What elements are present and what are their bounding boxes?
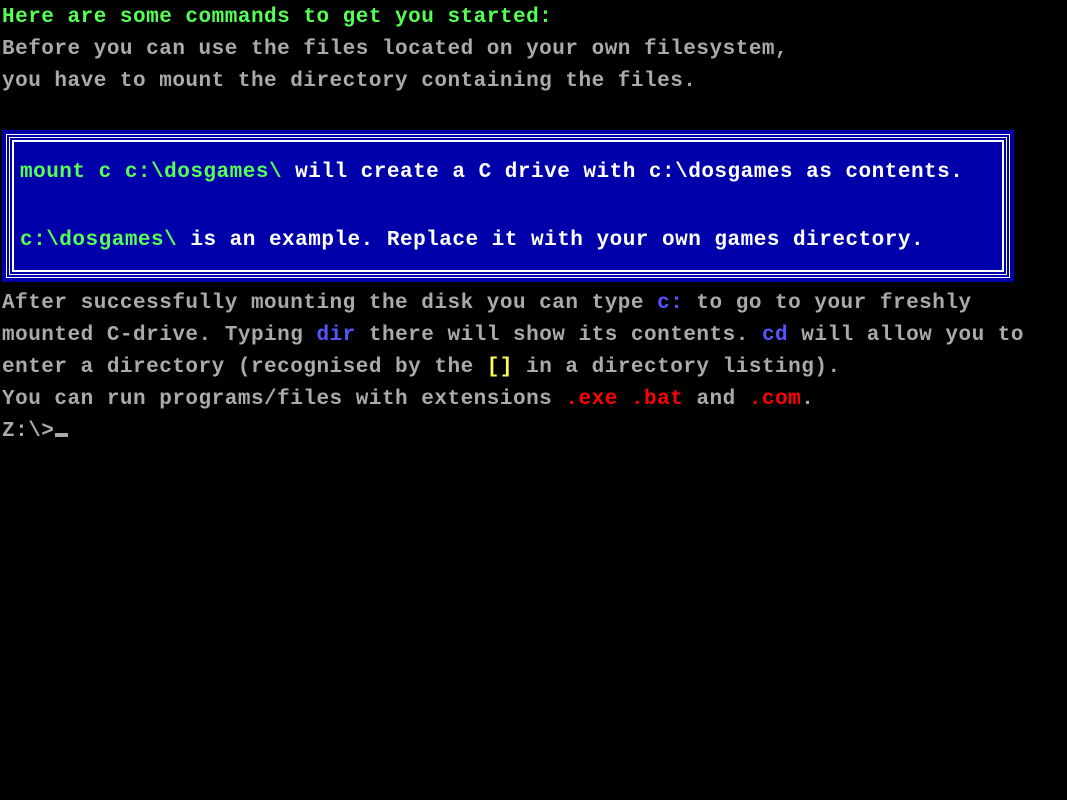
text-segment [618,388,631,411]
example-path: c:\dosgames\ [20,229,177,252]
com-extension: .com [749,388,801,411]
text-segment: enter a directory (recognised by the [2,356,487,379]
after-text-line-1: After successfully mounting the disk you… [2,288,1065,320]
brackets-marker: [] [487,356,513,379]
intro-line-1: Before you can use the files located on … [2,34,1065,66]
help-box: mount c c:\dosgames\ will create a C dri… [2,130,1014,282]
text-segment: will allow you to [788,324,1024,347]
example-description: is an example. Replace it with your own … [177,229,924,252]
help-box-line-2: c:\dosgames\ is an example. Replace it w… [20,224,996,258]
mount-description: will create a C drive with c:\dosgames a… [282,161,963,184]
bat-extension: .bat [631,388,683,411]
after-text-line-4: You can run programs/files with extensio… [2,384,1065,416]
text-segment: You can run programs/files with extensio… [2,388,565,411]
after-text-line-3: enter a directory (recognised by the [] … [2,352,1065,384]
text-segment: . [801,388,814,411]
intro-line-2: you have to mount the directory containi… [2,66,1065,98]
command-prompt[interactable]: Z:\> [2,416,1065,448]
text-segment: and [683,388,749,411]
mount-command: mount c c:\dosgames\ [20,161,282,184]
c-drive-command: c: [657,292,683,315]
text-segment: to go to your freshly [683,292,971,315]
cd-command: cd [762,324,788,347]
text-segment: mounted C-drive. Typing [2,324,316,347]
terminal-screen[interactable]: Here are some commands to get you starte… [0,0,1067,450]
after-text-line-2: mounted C-drive. Typing dir there will s… [2,320,1065,352]
text-segment: in a directory listing). [513,356,841,379]
exe-extension: .exe [565,388,617,411]
help-box-line-1: mount c c:\dosgames\ will create a C dri… [20,156,996,190]
dir-command: dir [316,324,355,347]
cursor [55,433,68,437]
intro-heading: Here are some commands to get you starte… [2,2,1065,34]
text-segment: After successfully mounting the disk you… [2,292,657,315]
text-segment: there will show its contents. [356,324,762,347]
prompt-text: Z:\> [2,420,54,443]
